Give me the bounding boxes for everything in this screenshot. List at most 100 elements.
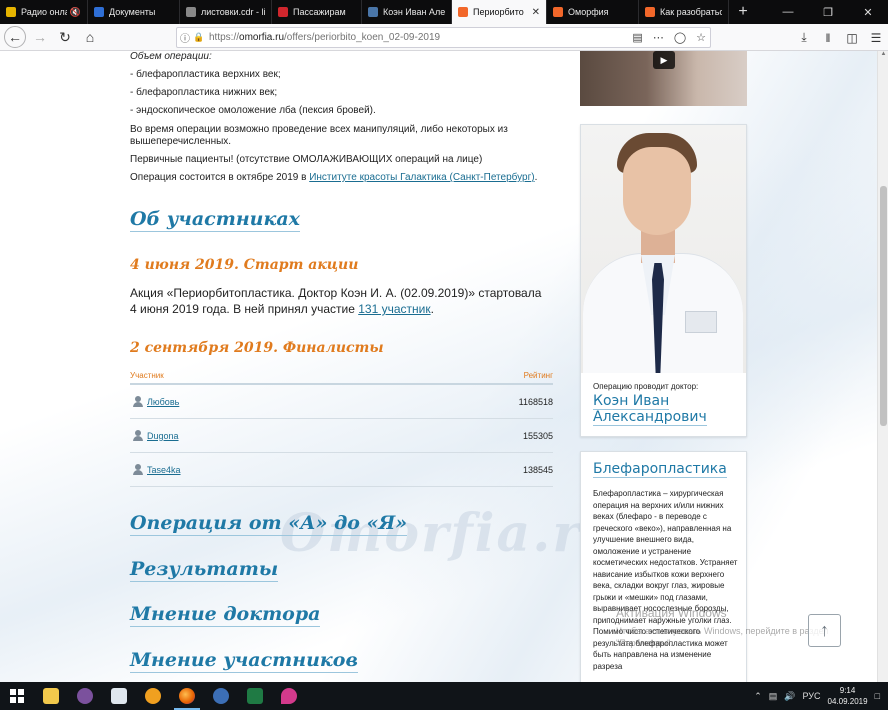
- close-window-icon[interactable]: ✕: [848, 0, 888, 24]
- radio-icon: [6, 7, 16, 17]
- tab-label: Документы: [109, 7, 156, 17]
- page-scrollbar[interactable]: ▲: [877, 51, 888, 682]
- system-tray: ⌃ ▤ 🔊 РУС 9:14 04.09.2019 □: [754, 682, 880, 710]
- tab-label: листовки.cdr - listovki: [201, 7, 265, 17]
- participant-link[interactable]: Tase4ka: [147, 465, 181, 475]
- browser-tab[interactable]: Документы: [88, 0, 180, 24]
- address-bar[interactable]: ⓘ 🔒 https://omorfia.ru/offers/periorbito…: [176, 27, 711, 48]
- bookmark-star-icon[interactable]: ☆: [696, 31, 706, 44]
- list-item: - эндоскопическое омоложение лба (пексия…: [130, 105, 376, 116]
- heading-finalists: 2 сентября 2019. Финалисты: [130, 340, 384, 356]
- scroll-up-arrow-icon[interactable]: ▲: [878, 51, 888, 61]
- info-icon[interactable]: ⓘ: [177, 30, 193, 45]
- maximize-icon[interactable]: ❐: [808, 0, 848, 24]
- tab-label: Пассажирам: [293, 7, 346, 17]
- taskbar-firefox[interactable]: [170, 682, 204, 710]
- doctor-card: Операцию проводит доктор: Коэн Иван Алекс…: [580, 124, 747, 437]
- mute-icon[interactable]: 🔇: [70, 7, 81, 18]
- doctor-photo: [581, 125, 746, 373]
- docs-icon: [94, 7, 104, 17]
- participants-link[interactable]: 131 участник: [358, 302, 430, 316]
- home-icon[interactable]: ⌂: [79, 26, 101, 48]
- list-item: - блефаропластика верхних век;: [130, 69, 281, 80]
- heading-results[interactable]: Результаты: [130, 558, 279, 582]
- taskbar-explorer[interactable]: [34, 682, 68, 710]
- list-item: - блефаропластика нижних век;: [130, 87, 278, 98]
- clock[interactable]: 9:14 04.09.2019: [828, 685, 868, 707]
- browser-tab[interactable]: Радио онлайн🔇: [0, 0, 88, 24]
- reload-icon[interactable]: ↻: [54, 26, 76, 48]
- library-icon[interactable]: ‖: [816, 27, 840, 48]
- taskbar-app[interactable]: [136, 682, 170, 710]
- back-arrow-icon[interactable]: ←: [4, 26, 26, 48]
- page-actions-icon[interactable]: ⋯: [653, 31, 664, 44]
- page-viewport: Объем операции: - блефаропластика верхни…: [0, 51, 877, 682]
- clinic-link[interactable]: Институте красоты Галактика (Санкт-Петер…: [309, 172, 534, 183]
- browser-tab[interactable]: Пассажирам: [272, 0, 362, 24]
- language-indicator[interactable]: РУС: [802, 691, 820, 701]
- column-rating: Рейтинг: [523, 370, 553, 380]
- video-thumbnail[interactable]: ▶: [580, 51, 747, 106]
- sidebar-icon[interactable]: ◫: [840, 27, 864, 48]
- folder-icon: [43, 688, 59, 704]
- table-header: Участник Рейтинг: [130, 367, 553, 385]
- heading-doctor-opinion[interactable]: Мнение доктора: [130, 603, 321, 627]
- file-icon: [186, 7, 196, 17]
- volume-heading: Объем операции:: [130, 51, 212, 62]
- browser-tab[interactable]: Периорбито ✕: [452, 0, 547, 24]
- window-controls: — ❐ ✕: [768, 0, 888, 24]
- tab-label: Периорбито: [473, 7, 524, 17]
- reader-view-icon[interactable]: ▤: [632, 31, 642, 44]
- notifications-icon[interactable]: □: [875, 691, 880, 701]
- start-button[interactable]: [0, 682, 34, 710]
- windows-taskbar: ⌃ ▤ 🔊 РУС 9:14 04.09.2019 □: [0, 682, 888, 710]
- browser-tab[interactable]: Как разобраться: [639, 0, 729, 24]
- browser-tab[interactable]: Оморфия: [547, 0, 639, 24]
- heading-participants-opinion[interactable]: Мнение участников: [130, 649, 358, 673]
- navigation-toolbar: ← → ↻ ⌂ ⓘ 🔒 https://omorfia.ru/offers/pe…: [0, 24, 888, 51]
- url-text: https://omorfia.ru/offers/periorbito_koe…: [209, 32, 441, 43]
- spreadsheet-icon: [247, 688, 263, 704]
- taskbar-excel[interactable]: [238, 682, 272, 710]
- browser-tab[interactable]: Коэн Иван Алексан: [362, 0, 452, 24]
- scroll-to-top-button[interactable]: ↑: [808, 614, 841, 647]
- user-icon: [133, 396, 143, 407]
- pin-icon: [281, 688, 297, 704]
- play-icon[interactable]: ▶: [653, 51, 675, 69]
- paragraph: Во время операции возможно проведение вс…: [130, 124, 508, 147]
- rating-cell: 1168518: [518, 396, 553, 407]
- network-icon[interactable]: ▤: [769, 691, 778, 702]
- table-row: Любовь 1168518: [130, 385, 553, 419]
- new-tab-button[interactable]: +: [729, 0, 757, 24]
- taskbar-viber[interactable]: [68, 682, 102, 710]
- scrollbar-thumb[interactable]: [880, 186, 887, 426]
- volume-icon[interactable]: 🔊: [784, 691, 795, 702]
- taskbar-app3[interactable]: [272, 682, 306, 710]
- forward-arrow-icon[interactable]: →: [29, 26, 51, 48]
- notepad-icon: [111, 688, 127, 704]
- close-icon[interactable]: ✕: [532, 7, 540, 18]
- blepharoplasty-title-link[interactable]: Блефаропластика: [593, 461, 727, 478]
- lock-icon: 🔒: [193, 32, 205, 42]
- download-icon[interactable]: ⤓: [792, 27, 816, 48]
- minimize-icon[interactable]: —: [768, 0, 808, 24]
- tab-label: Оморфия: [568, 7, 609, 17]
- doctor-name-link[interactable]: Коэн Иван Александрович: [593, 393, 743, 426]
- taskbar-notepad[interactable]: [102, 682, 136, 710]
- firefox-icon: [179, 688, 195, 704]
- finalists-table: Участник Рейтинг Любовь 1168518 Dugona 1553…: [130, 367, 553, 487]
- table-row: Tase4ka 138545: [130, 453, 553, 487]
- announcement: Акция «Периорбитопластика. Доктор Коэн И…: [130, 286, 542, 316]
- participant-link[interactable]: Любовь: [147, 397, 179, 407]
- user-icon: [133, 430, 143, 441]
- paragraph: Операция состоится в октябре 2019 в Инст…: [130, 172, 538, 183]
- participant-link[interactable]: Dugona: [147, 431, 179, 441]
- menu-icon[interactable]: ☰: [864, 27, 888, 48]
- taskbar-app2[interactable]: [204, 682, 238, 710]
- chevron-up-icon[interactable]: ⌃: [754, 691, 762, 702]
- browser-tab[interactable]: листовки.cdr - listovki: [180, 0, 272, 24]
- pocket-icon[interactable]: ◯: [674, 31, 686, 44]
- viber-icon: [77, 688, 93, 704]
- heading-operation[interactable]: Операция от «А» до «Я»: [130, 512, 408, 536]
- table-row: Dugona 155305: [130, 419, 553, 453]
